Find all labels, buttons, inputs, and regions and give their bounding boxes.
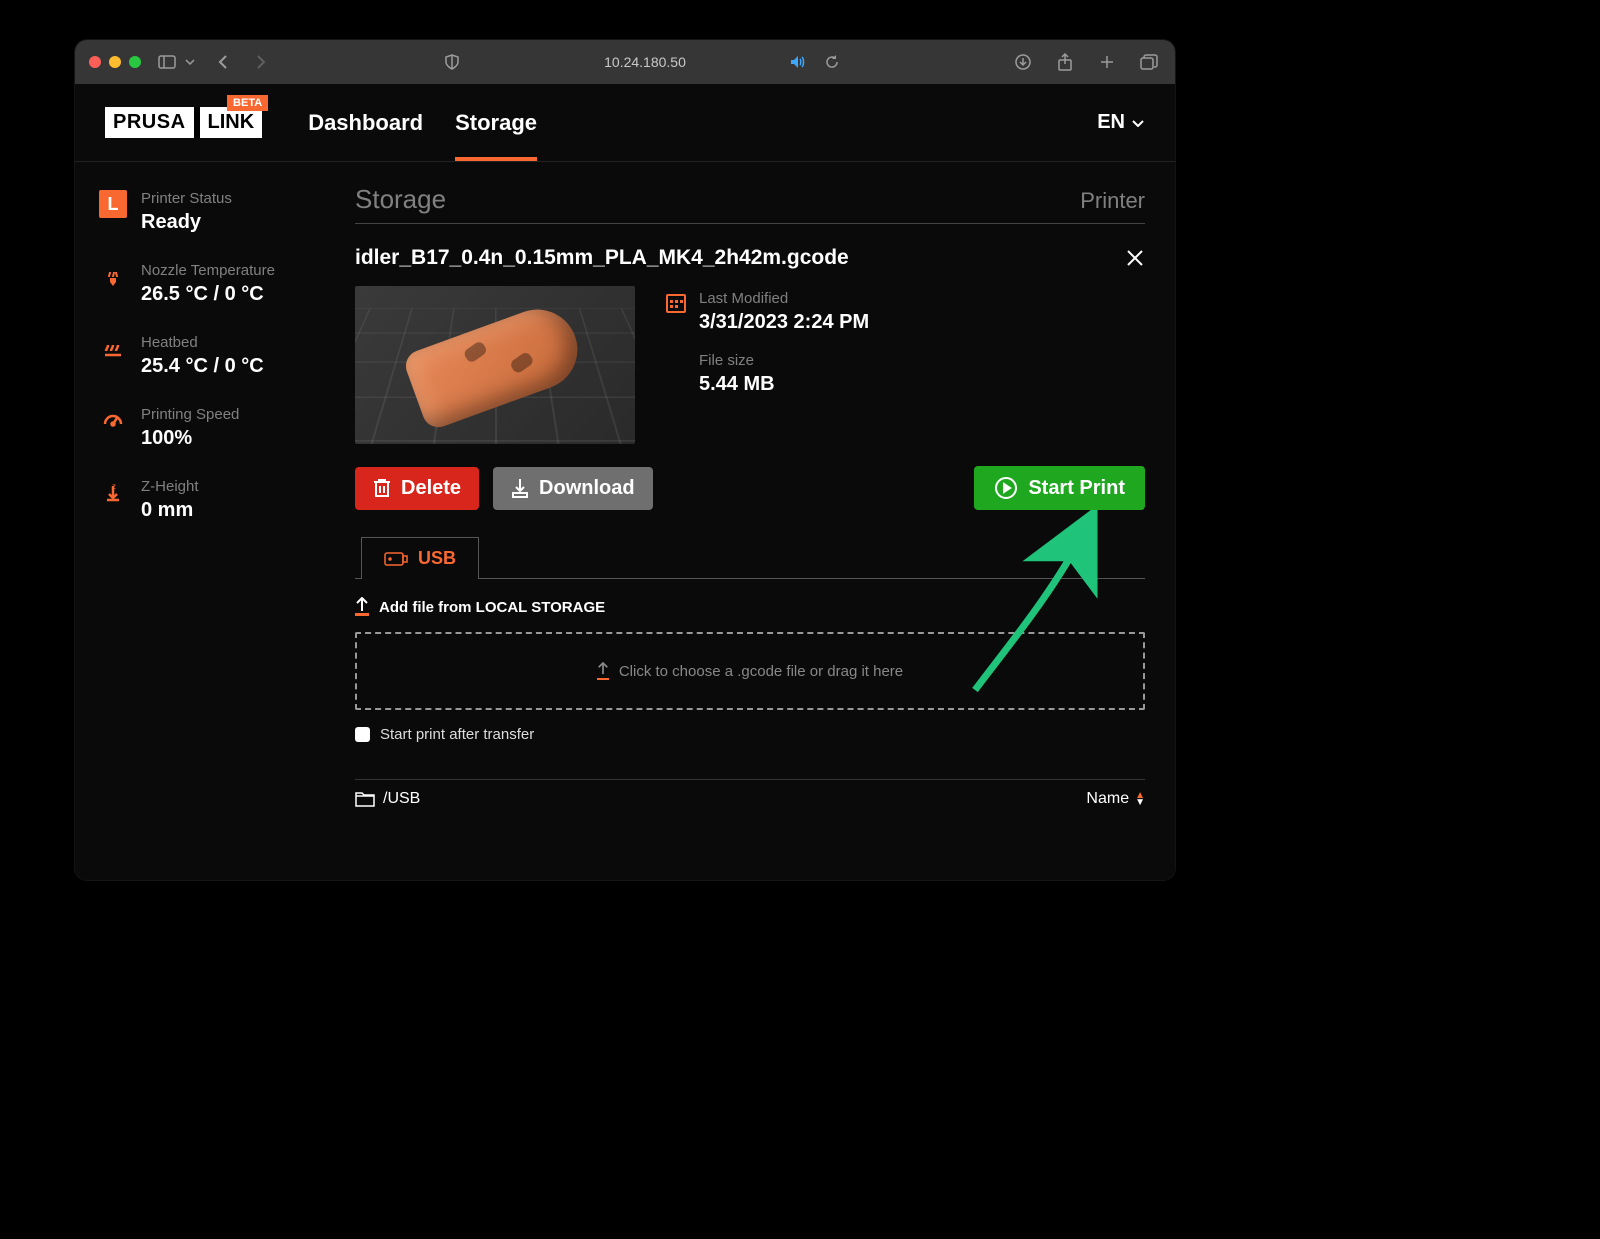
checkbox[interactable] (355, 727, 370, 742)
heatbed-value: 25.4 °C / 0 °C (141, 355, 264, 378)
status-icon: L (99, 190, 127, 218)
file-details: Last Modified 3/31/2023 2:24 PM File siz… (355, 286, 1145, 444)
sidebar-heatbed: Heatbed 25.4 °C / 0 °C (99, 334, 331, 378)
zheight-value: 0 mm (141, 499, 199, 522)
dropzone-label: Click to choose a .gcode file or drag it… (619, 663, 903, 680)
browser-titlebar: 10.24.180.50 (75, 40, 1175, 84)
start-print-button[interactable]: Start Print (974, 466, 1145, 510)
heatbed-label: Heatbed (141, 334, 264, 351)
page-title: Storage (355, 184, 446, 215)
app-header: PRUSA LINK BETA Dashboard Storage EN (75, 84, 1175, 162)
zheight-icon: z (99, 478, 127, 506)
logo: PRUSA LINK BETA (105, 107, 262, 138)
nozzle-value: 26.5 °C / 0 °C (141, 283, 275, 306)
add-file-label: Add file from LOCAL STORAGE (379, 599, 605, 616)
main-panel: Storage Printer idler_B17_0.4n_0.15mm_PL… (355, 162, 1175, 880)
size-label: File size (699, 352, 775, 369)
sidebar-zheight: z Z-Height 0 mm (99, 478, 331, 522)
status-label: Printer Status (141, 190, 232, 207)
path-text: /USB (383, 790, 420, 808)
sort-label: Name (1086, 790, 1129, 808)
tabs-overview-icon[interactable] (1137, 50, 1161, 74)
nozzle-label: Nozzle Temperature (141, 262, 275, 279)
new-tab-icon[interactable] (1095, 50, 1119, 74)
file-header: idler_B17_0.4n_0.15mm_PLA_MK4_2h42m.gcod… (355, 246, 1145, 270)
svg-text:z: z (112, 482, 116, 491)
upload-icon (355, 597, 369, 618)
sidebar-toggle-icon[interactable] (155, 50, 179, 74)
upload-icon (597, 662, 609, 680)
sidebar-speed: Printing Speed 100% (99, 406, 331, 450)
sidebar-status: L Printer Status Ready (99, 190, 331, 234)
file-actions: Delete Download Start Print (355, 466, 1145, 510)
trash-icon (373, 478, 391, 498)
forward-icon[interactable] (249, 50, 273, 74)
language-selector[interactable]: EN (1097, 111, 1145, 134)
downloads-icon[interactable] (1011, 50, 1035, 74)
size-value: 5.44 MB (699, 373, 775, 396)
start-after-transfer-row[interactable]: Start print after transfer (355, 726, 1145, 743)
sort-column[interactable]: Name ▲▼ (1086, 790, 1145, 808)
audio-icon[interactable] (786, 50, 810, 74)
file-thumbnail (355, 286, 635, 444)
speed-icon (99, 406, 127, 434)
chevron-down-icon (1131, 119, 1145, 127)
nozzle-icon (99, 262, 127, 290)
modified-value: 3/31/2023 2:24 PM (699, 311, 869, 334)
reload-icon[interactable] (820, 50, 844, 74)
start-label: Start Print (1028, 477, 1125, 500)
speed-label: Printing Speed (141, 406, 239, 423)
browser-window: 10.24.180.50 (75, 40, 1175, 880)
storage-tab-usb[interactable]: USB (361, 537, 479, 579)
app-root: PRUSA LINK BETA Dashboard Storage EN L (75, 84, 1175, 880)
tab-dashboard[interactable]: Dashboard (308, 84, 423, 161)
sort-arrows-icon: ▲▼ (1135, 792, 1145, 806)
share-icon[interactable] (1053, 50, 1077, 74)
storage-path[interactable]: /USB (355, 790, 420, 808)
file-name: idler_B17_0.4n_0.15mm_PLA_MK4_2h42m.gcod… (355, 246, 849, 270)
sidebar: L Printer Status Ready Nozzle Temperatur… (75, 162, 355, 880)
window-controls[interactable] (89, 56, 141, 68)
storage-tab-label: USB (418, 548, 456, 569)
checkbox-label: Start print after transfer (380, 726, 534, 743)
page-header: Storage Printer (355, 184, 1145, 224)
delete-button[interactable]: Delete (355, 467, 479, 510)
chevron-down-icon[interactable] (183, 50, 197, 74)
modified-label: Last Modified (699, 290, 869, 307)
shield-icon[interactable] (440, 50, 464, 74)
download-icon (511, 478, 529, 498)
storage-path-row: /USB Name ▲▼ (355, 779, 1145, 808)
add-file-row[interactable]: Add file from LOCAL STORAGE (355, 597, 1145, 618)
address-text[interactable]: 10.24.180.50 (604, 54, 686, 70)
delete-label: Delete (401, 477, 461, 500)
close-icon[interactable] (1125, 248, 1145, 268)
logo-text-b: LINK (194, 107, 263, 138)
tab-storage[interactable]: Storage (455, 84, 537, 161)
zheight-label: Z-Height (141, 478, 199, 495)
beta-badge: BETA (227, 95, 268, 111)
page-subtitle: Printer (1080, 188, 1145, 214)
maximize-window-icon[interactable] (129, 56, 141, 68)
minimize-window-icon[interactable] (109, 56, 121, 68)
folder-icon (355, 791, 375, 807)
download-button[interactable]: Download (493, 467, 653, 510)
speed-value: 100% (141, 427, 239, 450)
play-icon (994, 476, 1018, 500)
language-label: EN (1097, 111, 1125, 134)
status-value: Ready (141, 211, 232, 234)
usb-icon (384, 552, 408, 566)
close-window-icon[interactable] (89, 56, 101, 68)
sidebar-nozzle: Nozzle Temperature 26.5 °C / 0 °C (99, 262, 331, 306)
storage-tabs: USB (355, 536, 1145, 579)
back-icon[interactable] (211, 50, 235, 74)
logo-text-a: PRUSA (105, 107, 194, 138)
download-label: Download (539, 477, 635, 500)
dropzone[interactable]: Click to choose a .gcode file or drag it… (355, 632, 1145, 710)
calendar-icon (665, 292, 687, 314)
heatbed-icon (99, 334, 127, 362)
